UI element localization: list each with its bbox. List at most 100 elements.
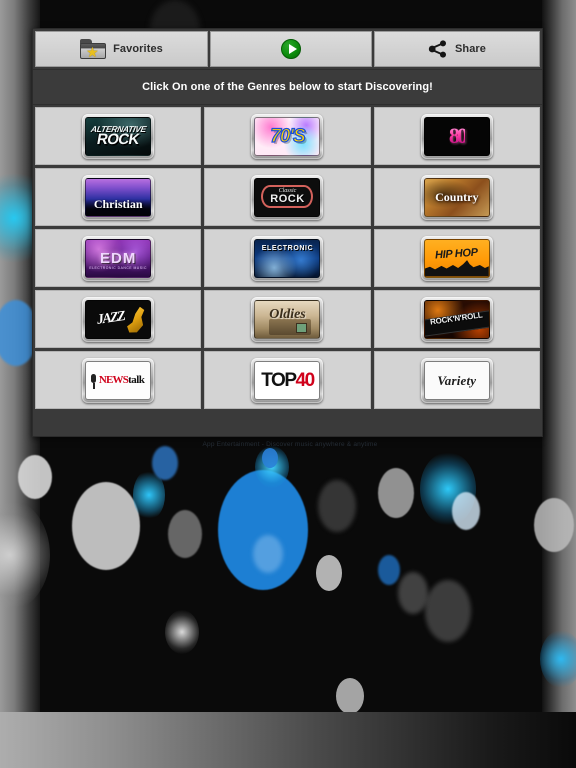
tile-label-sub: ELECTRONIC DANCE MUSIC bbox=[89, 265, 147, 270]
artwork-rock-n-roll: ROCK'N'ROLL bbox=[423, 299, 490, 339]
play-button[interactable] bbox=[210, 31, 372, 67]
favorites-button[interactable]: ★ Favorites bbox=[35, 31, 208, 67]
artwork-christian: Christian bbox=[85, 177, 152, 217]
share-button-label: Share bbox=[454, 43, 487, 55]
genre-tile-christian[interactable]: Christian bbox=[35, 168, 202, 226]
genre-tile-hip-hop[interactable]: HIP HOP bbox=[373, 229, 540, 287]
play-circle-icon bbox=[281, 39, 301, 59]
bokeh-circle bbox=[452, 492, 480, 530]
genre-tile-country[interactable]: Country bbox=[373, 168, 540, 226]
artwork-country: Country bbox=[423, 177, 490, 217]
genre-row: ALTERNATIVE ROCK 70'S 80 bbox=[35, 107, 540, 165]
genre-tile-eighties[interactable]: 80 bbox=[373, 107, 540, 165]
artwork-edm: EDM ELECTRONIC DANCE MUSIC bbox=[85, 238, 152, 278]
radio-app-panel: ★ Favorites Share Click On one of the Ge… bbox=[32, 28, 543, 437]
genre-tile-oldies[interactable]: Oldies bbox=[204, 290, 371, 348]
bokeh-circle bbox=[165, 610, 199, 654]
tile-bezel: Country bbox=[420, 174, 493, 220]
tile-bezel: ELECTRONIC bbox=[251, 235, 324, 281]
bokeh-circle bbox=[18, 455, 52, 499]
genre-row: NEWStalk TOP40 Variety bbox=[35, 351, 540, 409]
tile-bezel: EDM ELECTRONIC DANCE MUSIC bbox=[82, 235, 155, 281]
bokeh-circle bbox=[534, 498, 574, 552]
saxophone-icon bbox=[122, 304, 147, 336]
tile-label-line2: ROCK bbox=[95, 131, 141, 149]
tile-bezel: Variety bbox=[420, 357, 493, 403]
bokeh-circle bbox=[168, 510, 202, 558]
tile-bezel: JAZZ bbox=[82, 296, 155, 342]
tile-label: Oldies bbox=[269, 307, 306, 322]
tile-bezel: ROCK'N'ROLL bbox=[420, 296, 493, 342]
genre-tile-seventies[interactable]: 70'S bbox=[204, 107, 371, 165]
bokeh-circle bbox=[425, 580, 471, 642]
background-bottom-strip bbox=[0, 712, 576, 768]
folder-star-icon: ★ bbox=[80, 39, 107, 59]
tile-label-part2: talk bbox=[128, 373, 145, 386]
microphone-icon bbox=[91, 373, 97, 389]
genre-row: EDM ELECTRONIC DANCE MUSIC ELECTRONIC HI… bbox=[35, 229, 540, 287]
genre-row: JAZZ Oldies ROCK'N'ROLL bbox=[35, 290, 540, 348]
tile-bezel: Oldies bbox=[251, 296, 324, 342]
tile-label: Country bbox=[435, 190, 479, 204]
bokeh-circle bbox=[152, 446, 178, 480]
share-nodes-icon bbox=[428, 40, 448, 58]
tile-label: Christian bbox=[93, 196, 143, 211]
bokeh-circle bbox=[378, 468, 414, 518]
artwork-eighties: 80 bbox=[423, 116, 490, 156]
tile-label: ELECTRONIC bbox=[261, 244, 314, 252]
tile-label-part1: NEWS bbox=[98, 373, 129, 386]
artwork-variety: Variety bbox=[423, 360, 490, 400]
share-button[interactable]: Share bbox=[374, 31, 540, 67]
artwork-top-40: TOP40 bbox=[254, 360, 321, 400]
tile-label: 70'S bbox=[270, 125, 307, 147]
bokeh-circle bbox=[378, 555, 400, 585]
genre-grid: ALTERNATIVE ROCK 70'S 80 Christian Class… bbox=[33, 105, 542, 411]
genre-tile-electronic[interactable]: ELECTRONIC bbox=[204, 229, 371, 287]
favorites-button-label: Favorites bbox=[113, 43, 163, 55]
artwork-seventies: 70'S bbox=[254, 116, 321, 156]
genre-tile-edm[interactable]: EDM ELECTRONIC DANCE MUSIC bbox=[35, 229, 202, 287]
bokeh-circle bbox=[316, 555, 342, 591]
tile-bezel: Christian bbox=[82, 174, 155, 220]
bokeh-circle bbox=[540, 630, 576, 688]
tile-label-part1: TOP bbox=[261, 369, 297, 391]
tile-bezel: NEWStalk bbox=[82, 357, 155, 403]
genre-tile-classic-rock[interactable]: Classic ROCK bbox=[204, 168, 371, 226]
bokeh-circle bbox=[318, 480, 356, 532]
tile-label: 80 bbox=[448, 123, 468, 148]
tile-bezel: Classic ROCK bbox=[251, 174, 324, 220]
genre-row: Christian Classic ROCK Country bbox=[35, 168, 540, 226]
artwork-classic-rock: Classic ROCK bbox=[254, 177, 321, 217]
bokeh-circle bbox=[398, 572, 428, 614]
tile-label: JAZZ bbox=[96, 309, 126, 328]
instruction-banner: Click On one of the Genres below to star… bbox=[33, 69, 542, 105]
genre-tile-news-talk[interactable]: NEWStalk bbox=[35, 351, 202, 409]
tile-bezel: ALTERNATIVE ROCK bbox=[82, 113, 155, 159]
genre-tile-variety[interactable]: Variety bbox=[373, 351, 540, 409]
tile-bezel: HIP HOP bbox=[420, 235, 493, 281]
artwork-news-talk: NEWStalk bbox=[85, 360, 152, 400]
genre-tile-alternative-rock[interactable]: ALTERNATIVE ROCK bbox=[35, 107, 202, 165]
artwork-electronic: ELECTRONIC bbox=[254, 238, 321, 278]
bokeh-circle bbox=[253, 535, 283, 573]
tile-label-part2: 40 bbox=[295, 369, 316, 391]
genre-tile-rock-n-roll[interactable]: ROCK'N'ROLL bbox=[373, 290, 540, 348]
app-toolbar: ★ Favorites Share bbox=[33, 29, 542, 69]
bokeh-circle bbox=[262, 448, 278, 468]
tile-bezel: TOP40 bbox=[251, 357, 324, 403]
tile-label: ROCK bbox=[270, 193, 305, 205]
tile-label: Variety bbox=[437, 372, 477, 388]
artwork-alternative-rock: ALTERNATIVE ROCK bbox=[85, 116, 152, 156]
instruction-banner-text: Click On one of the Genres below to star… bbox=[142, 81, 433, 93]
tile-bezel: 80 bbox=[420, 113, 493, 159]
tile-label: EDM bbox=[99, 249, 137, 267]
genre-tile-top-40[interactable]: TOP40 bbox=[204, 351, 371, 409]
bokeh-circle bbox=[336, 678, 364, 714]
tile-bezel: 70'S bbox=[251, 113, 324, 159]
artwork-oldies: Oldies bbox=[254, 299, 321, 339]
bokeh-circle bbox=[72, 482, 140, 570]
bokeh-circle bbox=[0, 500, 50, 610]
tile-label: HIP HOP bbox=[435, 246, 479, 262]
artwork-jazz: JAZZ bbox=[85, 299, 152, 339]
genre-tile-jazz[interactable]: JAZZ bbox=[35, 290, 202, 348]
